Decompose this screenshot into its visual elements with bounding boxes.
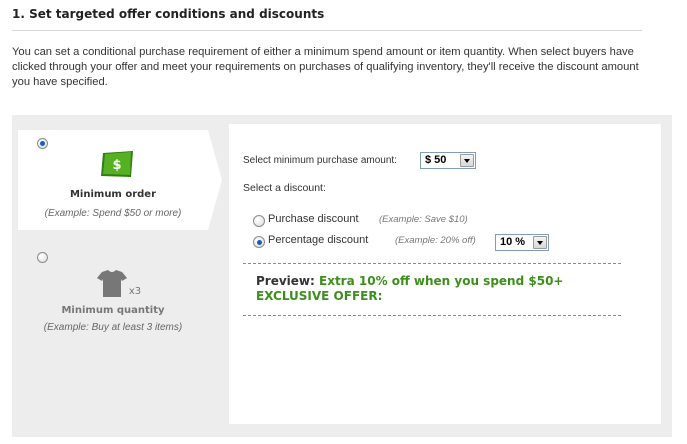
minimum-order-option[interactable]: $ Minimum order (Example: Spend $50 or m… [18, 130, 222, 230]
preview-label: Preview: [256, 274, 315, 288]
minimum-order-title: Minimum order [69, 189, 157, 200]
money-icon-symbol: $ [112, 158, 121, 173]
chevron-down-icon[interactable] [460, 154, 474, 167]
offer-preview: Preview: Extra 10% off when you spend $5… [256, 274, 563, 304]
minimum-quantity-example: (Example: Buy at least 3 items) [43, 322, 183, 333]
selection-pointer [208, 130, 222, 230]
preview-offer-line: EXCLUSIVE OFFER: [256, 289, 383, 303]
percentage-select[interactable]: 10 % [495, 234, 549, 251]
money-icon: $ [101, 151, 133, 177]
minimum-order-radio[interactable] [37, 138, 48, 149]
min-purchase-label: Select minimum purchase amount: [243, 155, 397, 166]
percentage-discount-radio[interactable] [253, 236, 265, 248]
min-purchase-select[interactable]: $ 50 [420, 152, 476, 169]
minimum-quantity-radio[interactable] [37, 252, 48, 263]
heading-divider [12, 30, 642, 31]
percentage-discount-example: (Example: 20% off) [395, 235, 476, 246]
minimum-quantity-option[interactable]: x3 Minimum quantity (Example: Buy at lea… [18, 248, 208, 348]
purchase-discount-label: Purchase discount [268, 213, 359, 225]
section-intro: You can set a conditional purchase requi… [12, 46, 639, 89]
tshirt-icon-symbol: x3 [129, 286, 141, 297]
preview-text: Extra 10% off when you spend $50+ [319, 274, 564, 288]
select-discount-label: Select a discount: [243, 182, 326, 194]
min-purchase-value: $ 50 [425, 154, 447, 166]
chevron-down-icon[interactable] [533, 236, 547, 249]
preview-divider-bottom [243, 315, 621, 316]
percentage-value: 10 % [500, 236, 526, 248]
purchase-discount-radio[interactable] [253, 215, 265, 227]
preview-divider-top [243, 263, 621, 264]
minimum-quantity-title: Minimum quantity [61, 305, 165, 316]
purchase-discount-example: (Example: Save $10) [379, 214, 468, 225]
tshirt-icon: x3 [97, 270, 141, 297]
discount-settings-panel: Select minimum purchase amount: $ 50 Sel… [229, 124, 661, 424]
section-heading: 1. Set targeted offer conditions and dis… [12, 7, 325, 21]
percentage-discount-label: Percentage discount [268, 234, 369, 246]
minimum-order-example: (Example: Spend $50 or more) [44, 208, 182, 219]
